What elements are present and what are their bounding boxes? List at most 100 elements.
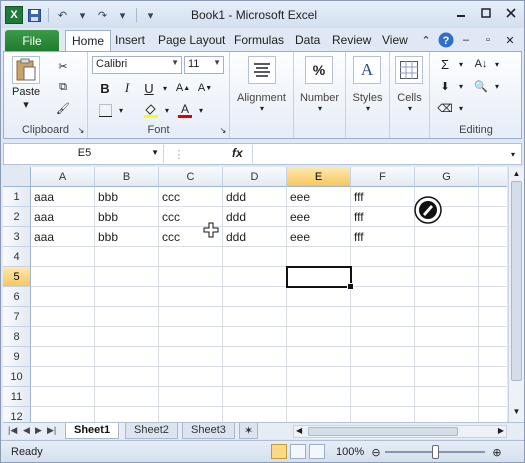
group-number[interactable]: % Number ▾ xyxy=(294,52,346,138)
cell-e1[interactable]: eee xyxy=(287,187,351,207)
horizontal-scroll-thumb[interactable] xyxy=(308,427,458,436)
sheet-tab-sheet2[interactable]: Sheet2 xyxy=(125,423,178,439)
insert-sheet-icon[interactable]: ✶ xyxy=(239,423,259,439)
row-header-7[interactable]: 7 xyxy=(3,307,31,327)
row-header-9[interactable]: 9 xyxy=(3,347,31,367)
group-styles[interactable]: A Styles ▾ xyxy=(346,52,390,138)
number-button[interactable]: % xyxy=(305,56,333,86)
sort-filter-dropdown-icon[interactable]: ▾ xyxy=(488,56,506,72)
column-header-f[interactable]: F xyxy=(351,167,415,187)
tab-page-layout[interactable]: Page Layout xyxy=(158,33,225,47)
cell-e2[interactable]: eee xyxy=(287,207,351,227)
cell-c1[interactable]: ccc xyxy=(159,187,223,207)
cell-f1[interactable]: fff xyxy=(351,187,415,207)
expand-formula-bar-icon[interactable]: ▾ xyxy=(504,146,522,162)
group-alignment[interactable]: Alignment ▾ xyxy=(230,52,294,138)
underline-dropdown-icon[interactable]: ▾ xyxy=(156,80,174,96)
styles-dropdown-icon[interactable]: ▾ xyxy=(359,100,377,116)
tab-formulas[interactable]: Formulas xyxy=(234,33,284,47)
cell-d1[interactable]: ddd xyxy=(223,187,287,207)
grow-font-icon[interactable]: A ▲ xyxy=(174,80,192,96)
minimize-ribbon-icon[interactable]: ⌃ xyxy=(417,32,435,48)
tab-view[interactable]: View xyxy=(382,33,408,47)
next-sheet-icon[interactable]: ▶ xyxy=(35,425,42,436)
autosum-dropdown-icon[interactable]: ▾ xyxy=(452,56,470,72)
fill-dropdown-icon[interactable]: ▾ xyxy=(452,78,470,94)
cell-a3[interactable]: aaa xyxy=(31,227,95,247)
font-name-combo[interactable]: Calibri ▼ xyxy=(92,56,182,74)
font-name-dropdown-icon[interactable]: ▼ xyxy=(171,58,179,67)
cells-button[interactable] xyxy=(395,56,423,86)
group-cells[interactable]: Cells ▾ xyxy=(390,52,430,138)
formula-input[interactable] xyxy=(252,145,504,163)
cell-f2[interactable]: fff xyxy=(351,207,415,227)
select-all-corner[interactable] xyxy=(3,167,31,187)
paste-dropdown-icon[interactable]: ▾ xyxy=(23,98,29,111)
cell-d3[interactable]: ddd xyxy=(223,227,287,247)
cell-a2[interactable]: aaa xyxy=(31,207,95,227)
redo-icon[interactable]: ↷ xyxy=(94,7,111,24)
sheet-tab-sheet3[interactable]: Sheet3 xyxy=(182,423,235,439)
workbook-restore-icon[interactable]: ▫ xyxy=(479,32,497,48)
fill-color-dropdown-icon[interactable]: ▾ xyxy=(158,102,176,118)
cell-e3[interactable]: eee xyxy=(287,227,351,247)
find-select-dropdown-icon[interactable]: ▾ xyxy=(488,78,506,94)
borders-dropdown-icon[interactable]: ▾ xyxy=(112,102,130,118)
undo-dropdown-icon[interactable]: ▾ xyxy=(74,7,91,24)
cell-a1[interactable]: aaa xyxy=(31,187,95,207)
last-sheet-icon[interactable]: ▶| xyxy=(47,425,56,436)
workbook-close-icon[interactable]: ✕ xyxy=(501,32,519,48)
row-header-12[interactable]: 12 xyxy=(3,407,31,422)
bold-button[interactable]: B xyxy=(96,80,114,96)
font-size-combo[interactable]: 11 ▼ xyxy=(184,56,224,74)
prev-sheet-icon[interactable]: ◀ xyxy=(23,425,30,436)
scroll-up-icon[interactable]: ▲ xyxy=(510,169,523,179)
first-sheet-icon[interactable]: |◀ xyxy=(8,425,17,436)
row-header-5[interactable]: 5 xyxy=(3,267,31,287)
sheet-tab-sheet1[interactable]: Sheet1 xyxy=(65,423,120,439)
vertical-scrollbar[interactable]: ▲ ▼ xyxy=(508,167,524,422)
format-painter-icon[interactable]: 🖌 xyxy=(54,100,72,116)
tab-insert[interactable]: Insert xyxy=(115,33,145,47)
workbook-minimize-icon[interactable]: – xyxy=(457,32,475,48)
minimize-icon[interactable] xyxy=(450,4,472,21)
row-header-4[interactable]: 4 xyxy=(3,247,31,267)
vertical-scroll-thumb[interactable] xyxy=(511,181,522,381)
page-layout-view-icon[interactable] xyxy=(290,444,306,459)
redo-dropdown-icon[interactable]: ▾ xyxy=(114,7,131,24)
scroll-left-icon[interactable]: ◀ xyxy=(296,426,302,435)
tab-home[interactable]: Home xyxy=(65,30,112,53)
row-header-8[interactable]: 8 xyxy=(3,327,31,347)
undo-icon[interactable]: ↶ xyxy=(54,7,71,24)
zoom-level[interactable]: 100% xyxy=(336,446,364,458)
tab-review[interactable]: Review xyxy=(332,33,371,47)
cell-d2[interactable]: ddd xyxy=(223,207,287,227)
styles-button[interactable]: A xyxy=(353,56,381,86)
copy-icon[interactable]: ⧉ xyxy=(54,79,72,95)
excel-app-icon[interactable]: X xyxy=(5,6,23,24)
cell-b1[interactable]: bbb xyxy=(95,187,159,207)
formula-bar-grip-icon[interactable]: ⋮ xyxy=(170,146,188,162)
name-box-dropdown-icon[interactable]: ▼ xyxy=(151,148,159,157)
row-header-3[interactable]: 3 xyxy=(3,227,31,247)
scroll-down-icon[interactable]: ▼ xyxy=(510,407,523,417)
column-header-e[interactable]: E xyxy=(287,167,351,187)
alignment-dropdown-icon[interactable]: ▾ xyxy=(253,100,271,116)
row-header-11[interactable]: 11 xyxy=(3,387,31,407)
restore-icon[interactable] xyxy=(475,4,497,21)
column-header-d[interactable]: D xyxy=(223,167,287,187)
cell-b2[interactable]: bbb xyxy=(95,207,159,227)
help-icon[interactable]: ? xyxy=(437,32,455,48)
name-box[interactable]: E5 ▼ xyxy=(6,145,164,163)
row-header-6[interactable]: 6 xyxy=(3,287,31,307)
scroll-right-icon[interactable]: ▶ xyxy=(498,426,504,435)
page-break-view-icon[interactable] xyxy=(309,444,325,459)
worksheet-grid[interactable]: A B C D E F G 1 2 3 4 5 6 7 8 9 10 11 12… xyxy=(3,167,507,422)
row-header-1[interactable]: 1 xyxy=(3,187,31,207)
zoom-in-icon[interactable]: ⊕ xyxy=(488,444,506,460)
paste-button[interactable]: Paste ▾ xyxy=(12,56,40,111)
customize-qat-icon[interactable]: ▾ xyxy=(142,7,159,24)
insert-function-button[interactable]: fx xyxy=(232,146,243,160)
zoom-out-icon[interactable]: ⊖ xyxy=(367,444,385,460)
row-header-10[interactable]: 10 xyxy=(3,367,31,387)
